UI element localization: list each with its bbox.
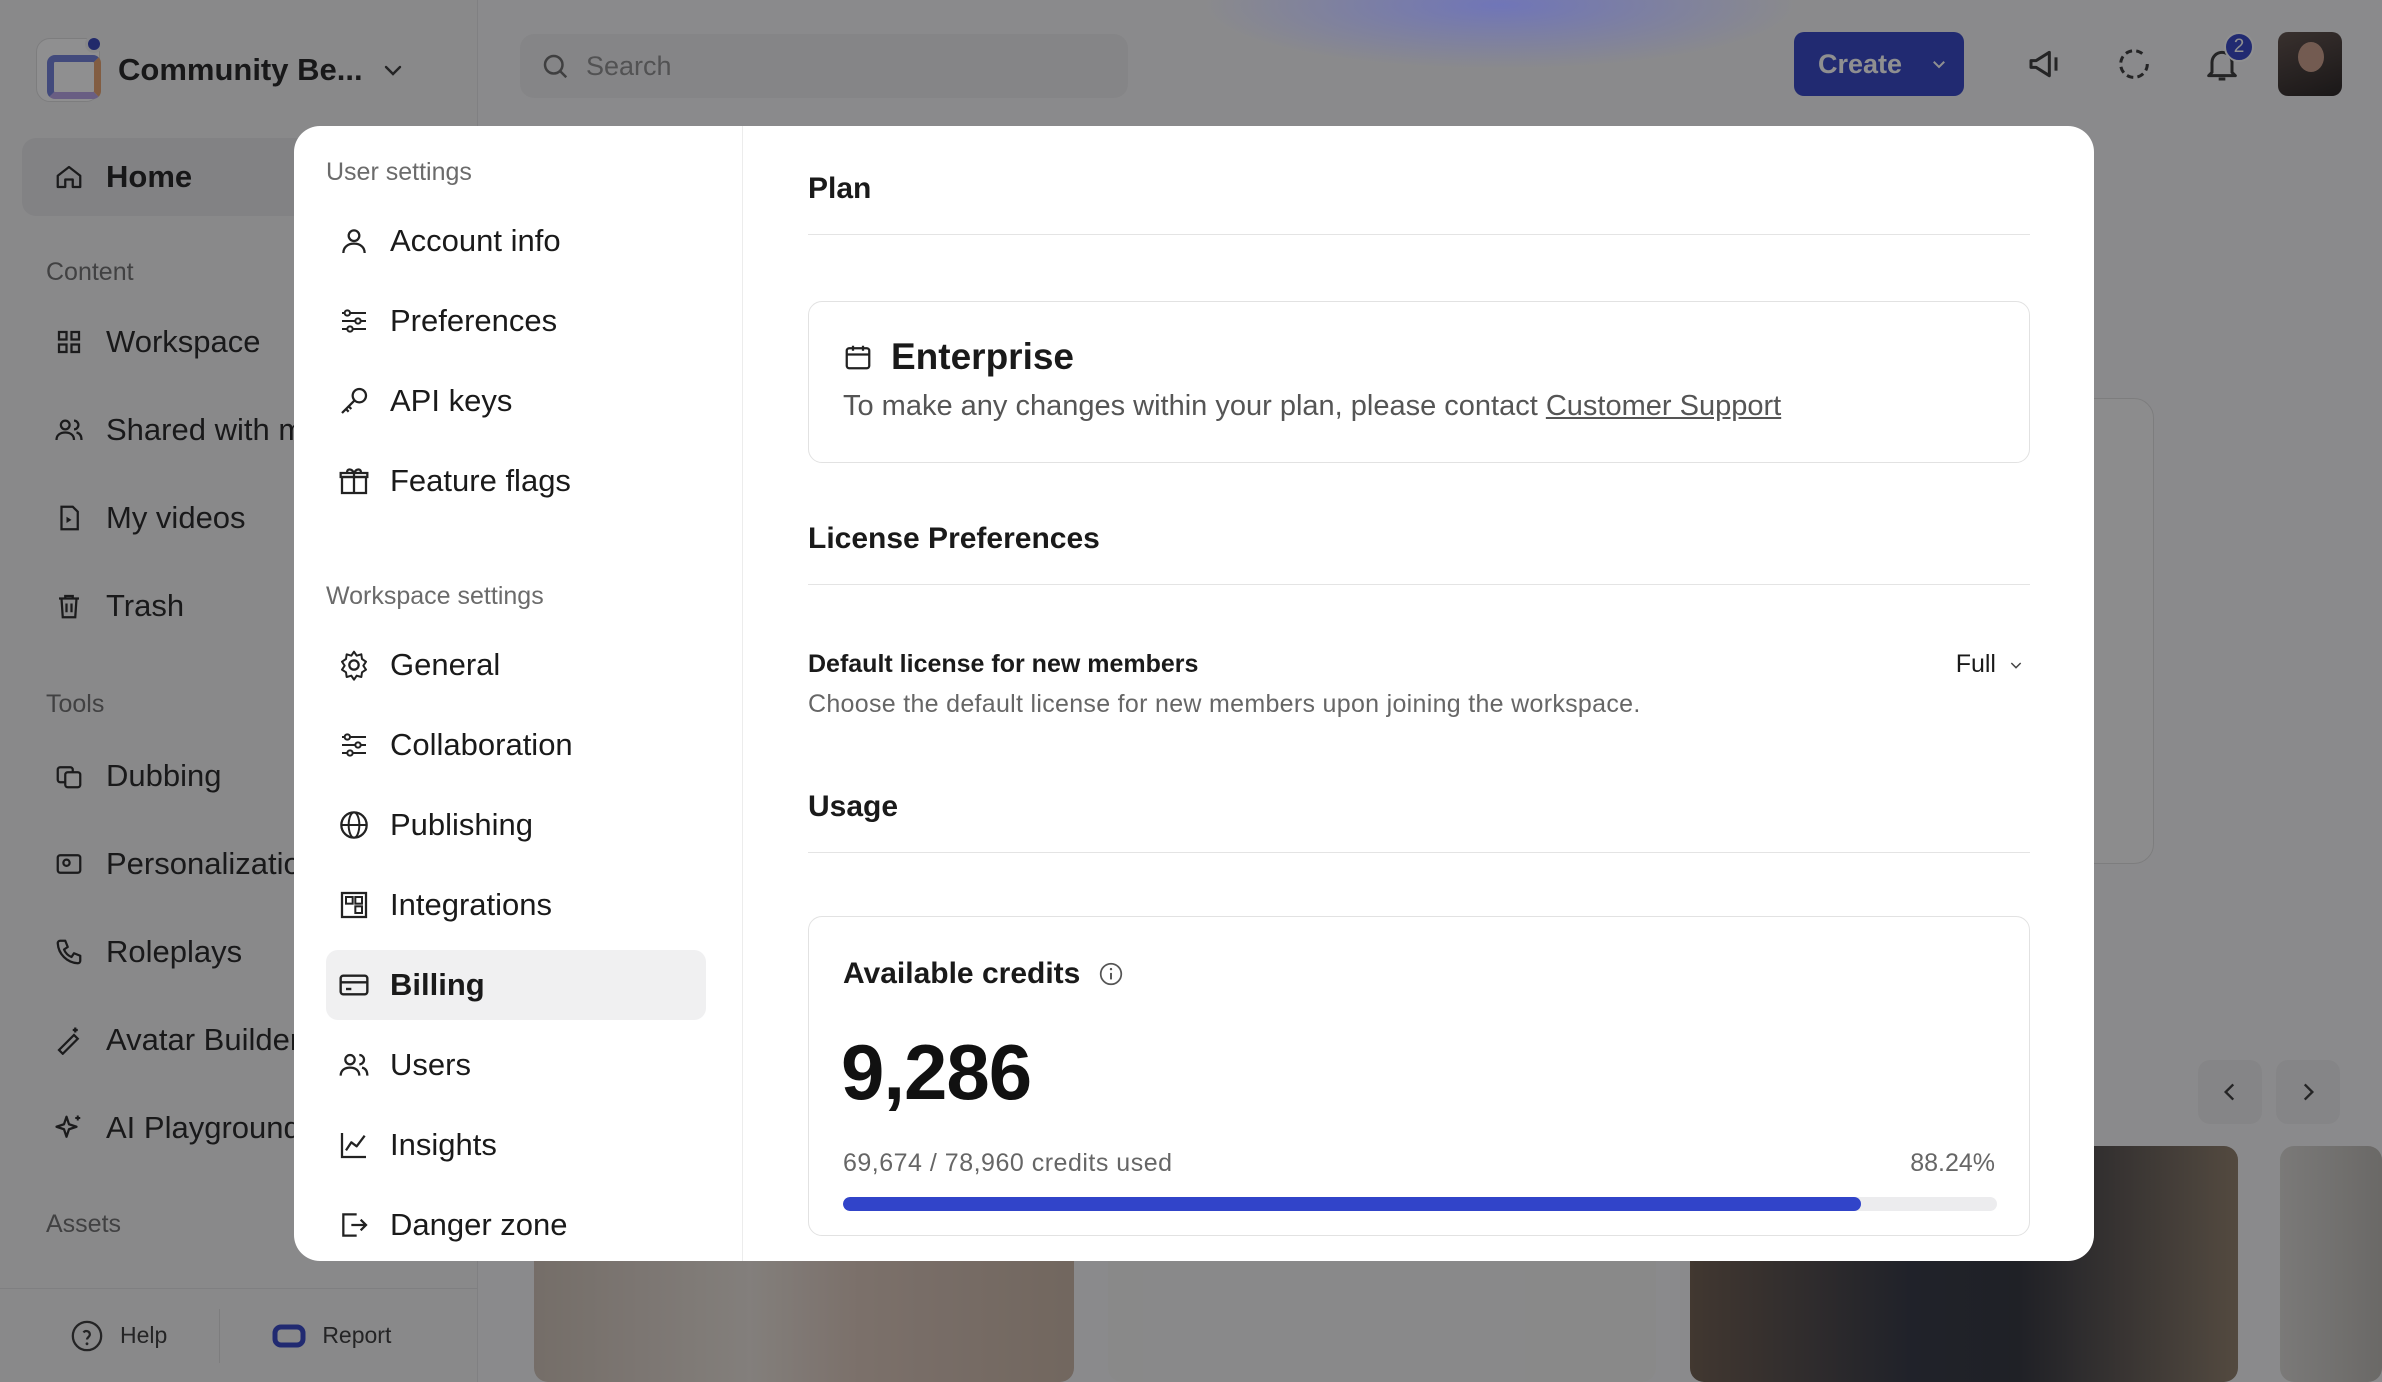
credits-card: Available credits 9,286 69,674 / 78,960 …: [808, 916, 2030, 1236]
users-icon: [339, 1053, 369, 1076]
info-icon[interactable]: [1098, 961, 1124, 987]
credits-progress-fill: [843, 1197, 1862, 1211]
plan-card: Enterprise To make any changes within yo…: [808, 301, 2030, 463]
billing-panel: Plan Enterprise To make any changes with…: [808, 126, 2030, 1261]
plan-title: Plan: [808, 172, 872, 205]
settings-item-api-keys[interactable]: API keys: [326, 366, 706, 436]
settings-item-preferences[interactable]: Preferences: [326, 286, 706, 356]
gift-icon: [339, 468, 369, 495]
top-glow: [1200, 0, 1800, 70]
user-icon: [342, 229, 366, 254]
exit-icon: [342, 1213, 368, 1237]
customer-support-link[interactable]: Customer Support: [1546, 390, 1781, 422]
settings-item-users[interactable]: Users: [326, 1030, 706, 1100]
settings-item-integrations[interactable]: Integrations: [326, 870, 706, 940]
settings-nav: User settings Account info Preferences A…: [294, 126, 743, 1261]
settings-item-label: Users: [390, 1047, 471, 1082]
chart-line-icon: [340, 1133, 366, 1159]
calendar-icon: [845, 345, 871, 370]
credits-available: 9,286: [841, 1028, 1032, 1116]
license-title: License Preferences: [808, 522, 1100, 555]
settings-item-billing[interactable]: Billing: [326, 950, 706, 1020]
settings-item-label: Collaboration: [390, 727, 573, 762]
credits-percent: 88.24%: [1910, 1149, 1995, 1177]
gear-icon: [341, 650, 367, 681]
settings-item-account-info[interactable]: Account info: [326, 206, 706, 276]
settings-item-label: API keys: [390, 383, 513, 418]
settings-item-danger-zone[interactable]: Danger zone: [326, 1190, 706, 1260]
sliders-icon: [342, 733, 366, 757]
settings-item-label: Insights: [390, 1127, 497, 1162]
credits-used: 69,674 / 78,960 credits used: [843, 1149, 1173, 1177]
credit-card-icon: [339, 974, 369, 996]
plan-name: Enterprise: [843, 336, 1074, 378]
divider: [808, 234, 2030, 235]
settings-item-publishing[interactable]: Publishing: [326, 790, 706, 860]
usage-title: Usage: [808, 790, 899, 823]
sliders-icon: [342, 309, 366, 333]
settings-item-label: General: [390, 647, 501, 682]
settings-section-user: User settings: [326, 158, 472, 186]
settings-item-label: Feature flags: [390, 463, 571, 498]
license-label: Default license for new members: [808, 650, 1199, 678]
plan-name-label: Enterprise: [891, 336, 1075, 377]
settings-section-workspace: Workspace settings: [326, 582, 544, 610]
settings-item-label: Billing: [390, 967, 485, 1002]
integrations-icon: [340, 891, 368, 919]
settings-item-feature-flags[interactable]: Feature flags: [326, 446, 706, 516]
chevron-down-icon: [2010, 661, 2022, 669]
settings-item-label: Preferences: [390, 303, 558, 338]
settings-item-general[interactable]: General: [326, 630, 706, 700]
divider: [808, 852, 2030, 853]
settings-item-label: Account info: [390, 223, 561, 258]
divider: [808, 584, 2030, 585]
credits-progress-bar: [843, 1197, 1997, 1211]
credits-title: Available credits: [843, 957, 1124, 991]
settings-item-label: Integrations: [390, 887, 552, 922]
license-select-value: Full: [1955, 650, 1996, 678]
key-icon: [341, 387, 368, 414]
license-description: Choose the default license for new membe…: [808, 690, 1641, 718]
settings-item-collaboration[interactable]: Collaboration: [326, 710, 706, 780]
settings-item-label: Publishing: [390, 807, 534, 842]
license-select[interactable]: Full: [1956, 650, 2024, 679]
settings-item-label: Danger zone: [390, 1207, 568, 1242]
globe-icon: [340, 811, 368, 839]
plan-note-text: To make any changes within your plan, pl…: [843, 390, 1546, 422]
settings-item-insights[interactable]: Insights: [326, 1110, 706, 1180]
settings-modal: User settings Account info Preferences A…: [294, 126, 2094, 1261]
plan-note: To make any changes within your plan, pl…: [843, 390, 1781, 423]
credits-title-label: Available credits: [843, 957, 1081, 990]
